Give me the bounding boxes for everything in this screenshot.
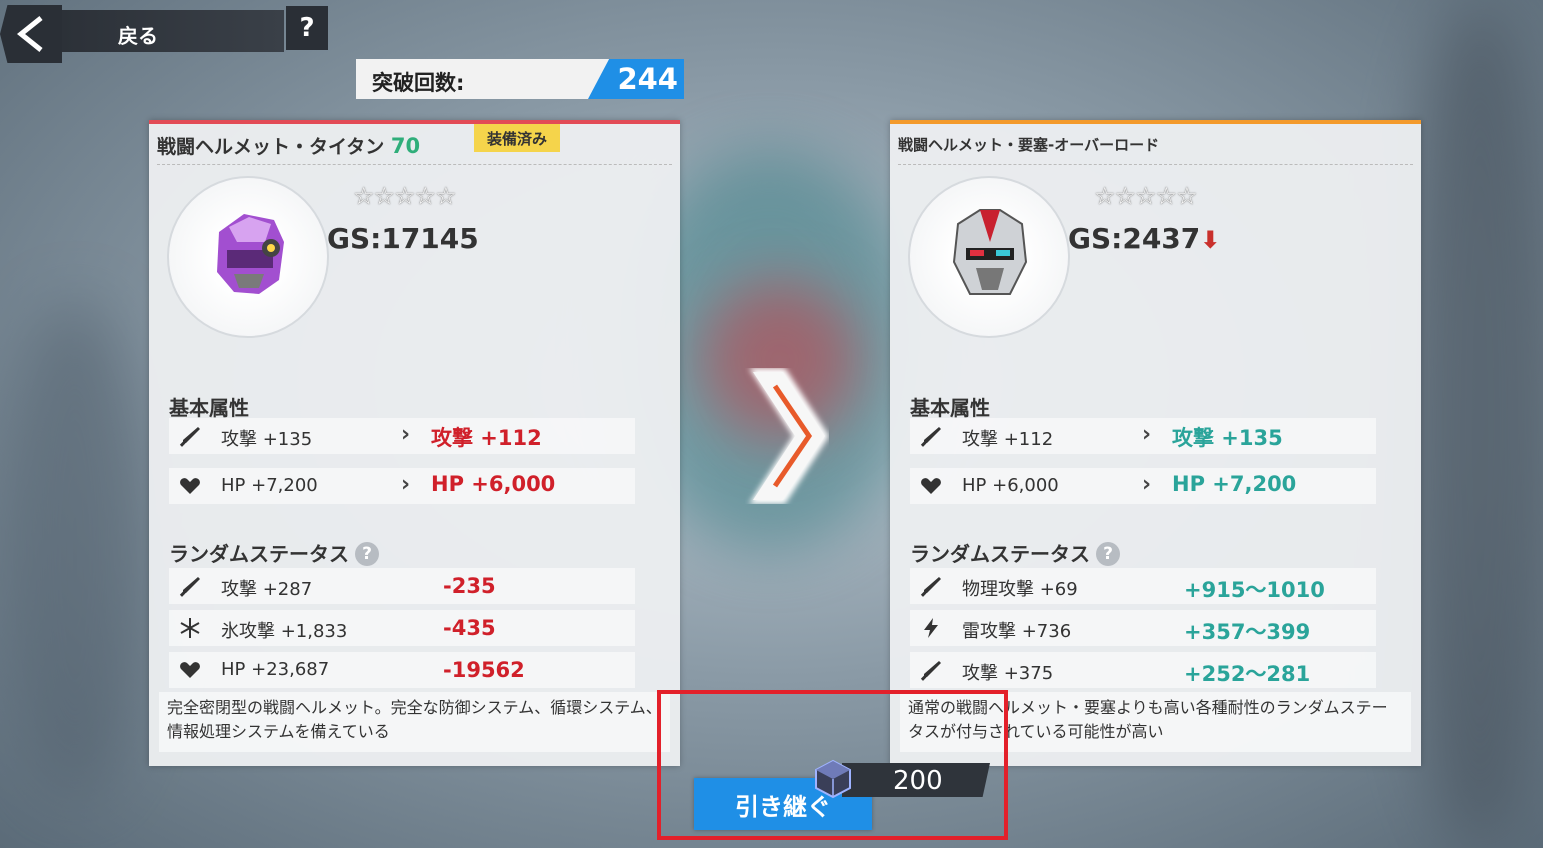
highlight-box	[657, 690, 1008, 840]
lightning-icon	[924, 618, 938, 638]
new-equipment-card: 戦闘ヘルメット・要塞-オーバーロード ☆☆☆☆☆ GS:2437⬇ 基本属性 攻…	[890, 120, 1421, 766]
divider	[157, 164, 672, 165]
item-description: 完全密閉型の戦闘ヘルメット。完全な防御システム、循環システム、情報処理システムを…	[159, 692, 670, 752]
heart-icon	[921, 478, 941, 494]
stat-diff: -19562	[443, 658, 525, 682]
question-icon[interactable]: ?	[355, 542, 379, 566]
stat-name: 攻撃 +287	[221, 579, 313, 600]
star-rating: ☆☆☆☆☆	[353, 182, 457, 210]
stat-new-value: HP +6,000	[431, 472, 556, 496]
stat-diff: -435	[443, 616, 496, 640]
basic-attributes-heading: 基本属性	[169, 396, 249, 420]
chevron-right-icon: ›	[401, 472, 411, 497]
chevron-right-icon: ›	[401, 422, 411, 447]
divider	[898, 164, 1413, 165]
help-button[interactable]: ?	[286, 6, 328, 50]
heart-icon	[180, 478, 200, 494]
snowflake-icon	[180, 618, 200, 638]
breakthrough-value: 244	[617, 62, 678, 96]
back-bar[interactable]	[62, 10, 284, 52]
basic-stat-row: HP +6,000 › HP +7,200	[910, 468, 1376, 504]
item-name-text: 戦闘ヘルメット・タイタン	[157, 136, 385, 158]
sword-icon	[920, 577, 941, 597]
chevron-right-icon: ›	[1142, 472, 1152, 497]
random-status-heading: ランダムステータス?	[169, 538, 379, 567]
gear-score: GS:2437	[1068, 222, 1201, 255]
random-stat-row: 攻撃 +287 -235	[169, 568, 635, 604]
stat-name: 雷攻撃 +736	[962, 621, 1072, 642]
stat-diff: -235	[443, 574, 496, 598]
heart-icon	[180, 662, 200, 678]
random-stat-row: 雷攻撃 +736 +357～399	[910, 610, 1376, 646]
stat-name: HP +7,200	[221, 475, 318, 496]
sword-icon	[920, 661, 941, 681]
basic-stat-row: 攻撃 +135 › 攻撃 +112	[169, 418, 635, 454]
back-label[interactable]: 戻る	[118, 20, 158, 49]
sword-icon	[179, 577, 200, 597]
basic-stat-row: HP +7,200 › HP +6,000	[169, 468, 635, 504]
stat-diff: +915～1010	[1184, 578, 1325, 602]
stat-name: HP +23,687	[221, 659, 330, 680]
equipped-badge: 装備済み	[474, 124, 560, 152]
current-equipment-card: 戦闘ヘルメット・タイタン 70 装備済み ☆☆☆☆☆ GS:17145 基本属性…	[149, 120, 680, 766]
gear-score-wrapper: GS:2437⬇	[1068, 222, 1220, 255]
stat-name: 物理攻撃 +69	[962, 579, 1078, 600]
chevron-right-icon: ›	[1142, 422, 1152, 447]
stat-new-value: HP +7,200	[1172, 472, 1297, 496]
sword-icon	[920, 427, 941, 447]
item-level: 70	[390, 134, 421, 158]
stat-new-value: 攻撃 +112	[431, 426, 542, 450]
stat-name: 攻撃 +112	[962, 429, 1054, 450]
helmet-fortress-icon	[952, 209, 1028, 295]
back-button[interactable]	[0, 5, 62, 63]
sword-icon	[179, 427, 200, 447]
arrow-down-icon: ⬇	[1200, 226, 1221, 254]
random-status-title: ランダムステータス	[169, 542, 349, 566]
item-name: 戦闘ヘルメット・タイタン 70	[157, 132, 420, 159]
stat-diff: +252～281	[1184, 662, 1311, 686]
transfer-arrow-icon	[749, 368, 829, 504]
breakthrough-counter: 突破回数: 244	[356, 59, 684, 99]
star-rating: ☆☆☆☆☆	[1094, 182, 1198, 210]
basic-stat-row: 攻撃 +112 › 攻撃 +135	[910, 418, 1376, 454]
item-name: 戦闘ヘルメット・要塞-オーバーロード	[898, 136, 1160, 154]
stat-name: 攻撃 +375	[962, 663, 1054, 684]
basic-attributes-heading: 基本属性	[910, 396, 990, 420]
random-status-title: ランダムステータス	[910, 542, 1090, 566]
random-status-heading: ランダムステータス?	[910, 538, 1120, 567]
random-stat-row: 物理攻撃 +69 +915～1010	[910, 568, 1376, 604]
gear-score: GS:17145	[327, 222, 479, 255]
stat-diff: +357～399	[1184, 620, 1311, 644]
random-stat-row: 氷攻撃 +1,833 -435	[169, 610, 635, 646]
breakthrough-label: 突破回数:	[372, 71, 465, 95]
stat-name: 攻撃 +135	[221, 429, 313, 450]
stat-new-value: 攻撃 +135	[1172, 426, 1283, 450]
random-stat-row: HP +23,687 -19562	[169, 652, 635, 688]
stat-name: HP +6,000	[962, 475, 1059, 496]
stat-name: 氷攻撃 +1,833	[221, 621, 348, 642]
random-stat-row: 攻撃 +375 +252～281	[910, 652, 1376, 688]
question-icon[interactable]: ?	[1096, 542, 1120, 566]
chevron-left-icon	[16, 16, 43, 52]
helmet-titan-icon	[217, 214, 284, 294]
